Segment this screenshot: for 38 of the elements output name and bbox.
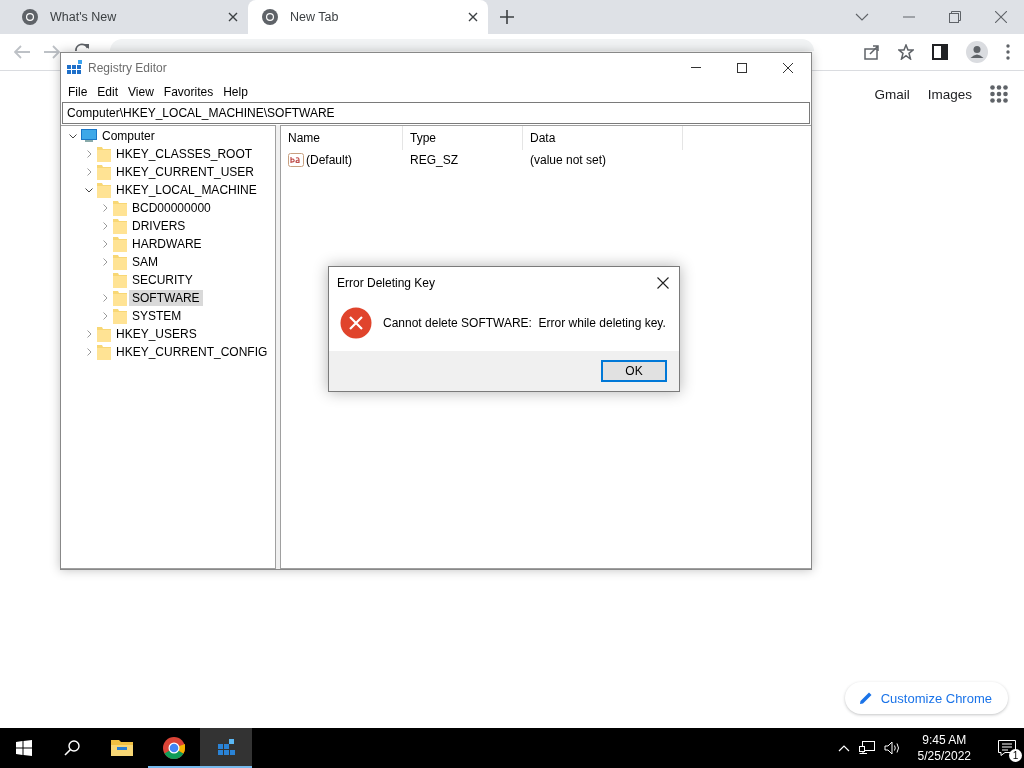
value-name: (Default) <box>306 153 352 167</box>
dialog-title: Error Deleting Key <box>337 276 437 290</box>
tree-item[interactable]: HKEY_LOCAL_MACHINE <box>113 182 260 198</box>
value-type: REG_SZ <box>409 153 459 167</box>
menu-item[interactable]: File <box>63 85 93 99</box>
clock-date: 5/25/2022 <box>917 748 971 764</box>
tree-item[interactable]: DRIVERS <box>129 218 189 234</box>
notification-count: 1 <box>1009 749 1022 762</box>
tree-item[interactable]: BCD00000000 <box>129 200 214 216</box>
tree-item[interactable]: Computer <box>99 128 158 144</box>
error-message: Cannot delete SOFTWARE: Error while deleting key. <box>383 316 666 330</box>
tree-item[interactable]: HKEY_CURRENT_USER <box>113 164 258 180</box>
menu-item[interactable]: Help <box>218 85 253 99</box>
tree-item[interactable]: HARDWARE <box>129 236 205 252</box>
column-header[interactable]: Data <box>523 126 683 150</box>
tree-item[interactable]: SOFTWARE <box>129 290 203 306</box>
menu-item[interactable]: Favorites <box>158 85 219 99</box>
menu-item[interactable]: View <box>123 85 159 99</box>
tree-item[interactable]: HKEY_CURRENT_CONFIG <box>113 344 271 360</box>
address-field[interactable]: Computer\HKEY_LOCAL_MACHINE\SOFTWARE <box>62 102 810 124</box>
browser-tab[interactable]: What's New <box>8 0 248 34</box>
clock[interactable]: 9:45 AM 5/25/2022 <box>909 732 979 764</box>
menu-item[interactable]: Edit <box>92 85 124 99</box>
tree-item[interactable]: HKEY_USERS <box>113 326 200 342</box>
tree-item[interactable]: SAM <box>129 254 161 270</box>
tree-item[interactable]: SECURITY <box>129 272 196 288</box>
window-title: Registry Editor <box>88 60 168 75</box>
header-link[interactable]: Images <box>927 86 972 102</box>
header-link[interactable]: Gmail <box>874 86 910 102</box>
clock-time: 9:45 AM <box>922 732 967 748</box>
tree-item[interactable]: SYSTEM <box>129 308 185 324</box>
value-data: (value not set) <box>529 153 608 167</box>
tree-item[interactable]: HKEY_CLASSES_ROOT <box>113 146 256 162</box>
column-header[interactable]: Type <box>403 126 523 150</box>
browser-tab[interactable]: New Tab <box>248 0 488 34</box>
ok-button[interactable]: OK <box>601 360 667 382</box>
customize-chrome-button[interactable]: Customize Chrome <box>844 682 1008 714</box>
column-header[interactable]: Name <box>281 126 403 150</box>
